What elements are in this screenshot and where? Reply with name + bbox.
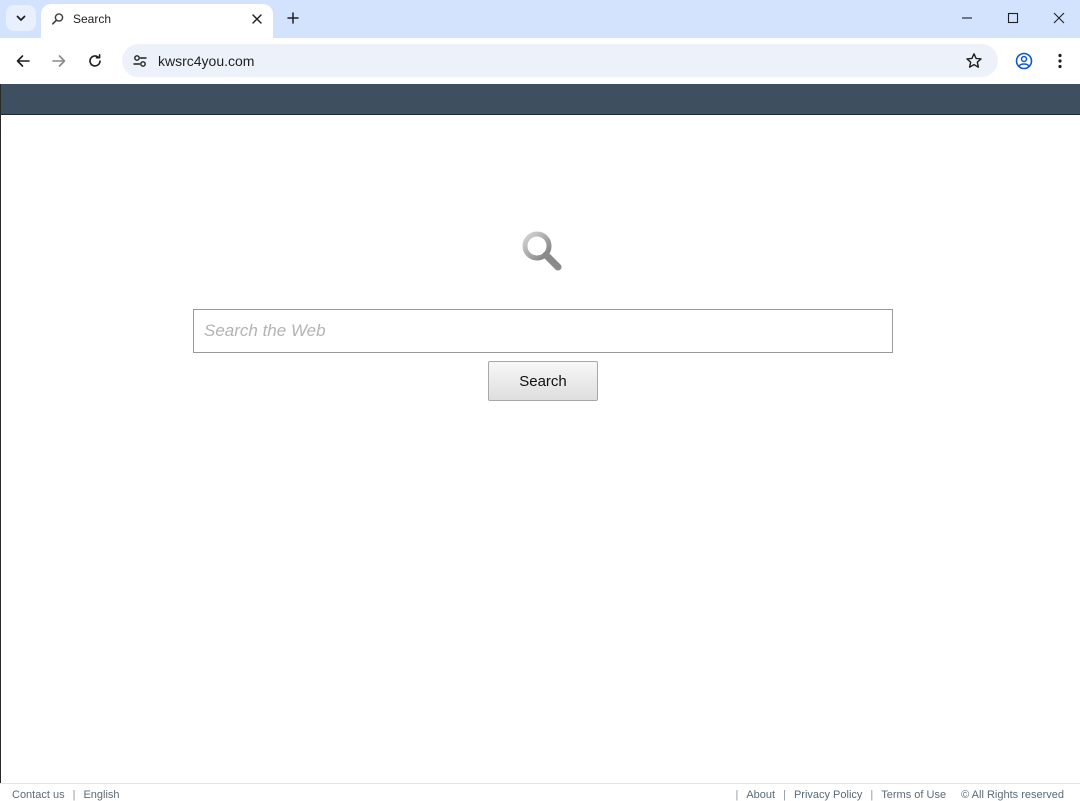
active-tab[interactable]: Search xyxy=(41,4,273,38)
site-info-button[interactable] xyxy=(128,49,152,73)
address-bar[interactable]: kwsrc4you.com xyxy=(122,44,998,77)
arrow-right-icon xyxy=(52,55,66,67)
minimize-icon xyxy=(962,17,972,19)
close-icon xyxy=(1053,12,1065,24)
maximize-icon xyxy=(1007,12,1019,24)
footer-separator: | xyxy=(783,789,786,801)
magnifier-icon xyxy=(522,231,562,271)
page-viewport: Search xyxy=(0,84,1080,799)
chevron-down-icon xyxy=(16,15,26,21)
copyright-text: © All Rights reserved xyxy=(961,789,1064,801)
about-link[interactable]: About xyxy=(746,789,775,801)
plus-icon xyxy=(287,12,299,24)
footer-right-links: | About | Privacy Policy | Terms of Use © All… xyxy=(727,789,1064,801)
browser-toolbar: kwsrc4you.com xyxy=(0,38,1080,84)
tab-title: Search xyxy=(73,12,112,26)
contact-us-link[interactable]: Contact us xyxy=(12,789,65,801)
page-header-bar xyxy=(1,84,1080,115)
star-icon xyxy=(966,53,982,68)
footer-separator: | xyxy=(72,789,76,801)
reload-icon xyxy=(89,54,101,67)
close-icon xyxy=(252,14,262,24)
window-close-button[interactable] xyxy=(1046,6,1072,30)
tab-search-button[interactable] xyxy=(6,5,36,31)
search-icon xyxy=(51,13,64,25)
terms-of-use-link[interactable]: Terms of Use xyxy=(881,789,946,801)
minimize-button[interactable] xyxy=(954,6,980,30)
bookmark-button[interactable] xyxy=(964,51,984,71)
browser-menu-button[interactable] xyxy=(1048,49,1072,73)
search-button[interactable]: Search xyxy=(488,361,598,401)
forward-button[interactable] xyxy=(47,49,71,73)
tab-close-button[interactable] xyxy=(249,11,265,27)
footer-left-links: Contact us | English xyxy=(12,789,120,801)
arrow-left-icon xyxy=(16,55,30,67)
maximize-button[interactable] xyxy=(1000,6,1026,30)
back-button[interactable] xyxy=(11,49,35,73)
url-text[interactable]: kwsrc4you.com xyxy=(158,53,254,69)
kebab-menu-icon xyxy=(1058,53,1062,69)
tab-strip: Search xyxy=(0,0,1080,38)
reload-button[interactable] xyxy=(83,49,107,73)
footer-separator: | xyxy=(870,789,874,801)
tune-icon xyxy=(133,55,147,67)
footer-separator: | xyxy=(735,789,739,801)
privacy-policy-link[interactable]: Privacy Policy xyxy=(794,789,862,801)
profile-button[interactable] xyxy=(1012,49,1036,73)
search-input[interactable] xyxy=(193,309,893,353)
page-footer: Contact us | English | About | Privacy Policy… xyxy=(0,783,1080,801)
account-icon xyxy=(1015,52,1033,70)
language-link[interactable]: English xyxy=(83,789,119,801)
new-tab-button[interactable] xyxy=(283,8,303,28)
